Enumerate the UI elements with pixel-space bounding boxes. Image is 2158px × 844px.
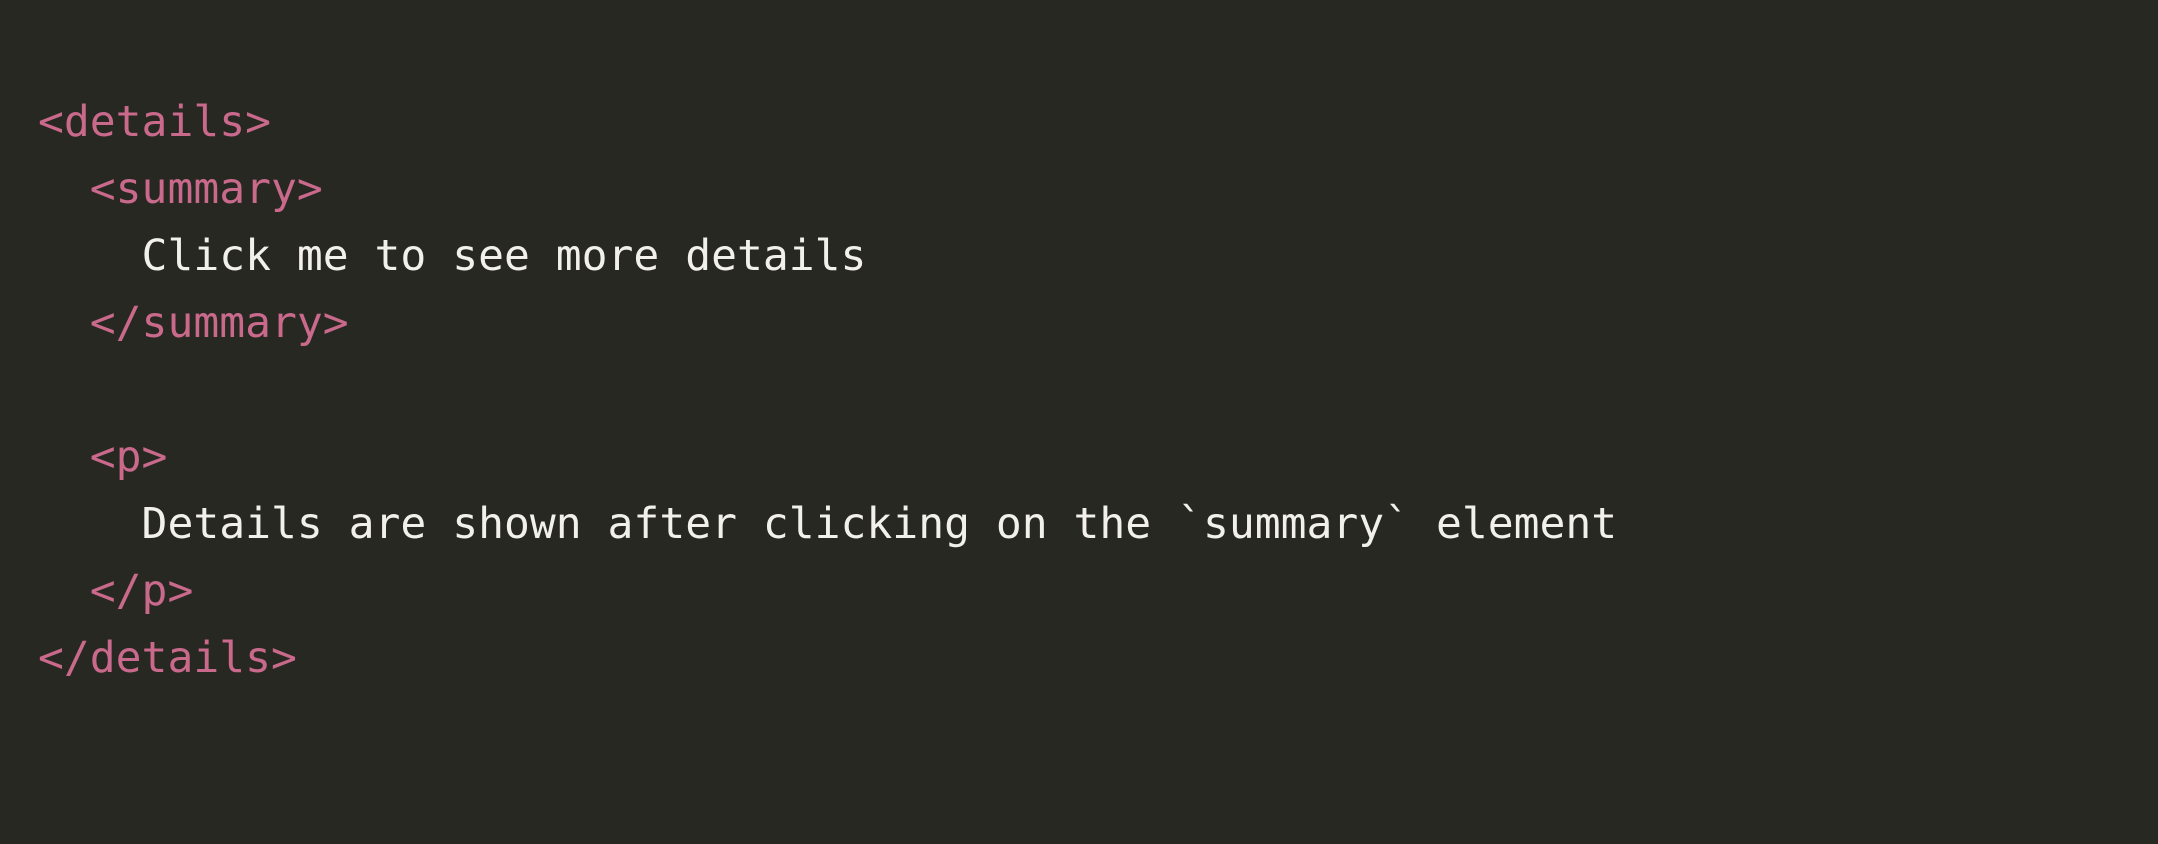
code-line: Details are shown after clicking on the …: [38, 491, 2158, 558]
code-token-tag: </summary>: [38, 298, 349, 348]
code-token-tag: </p>: [38, 566, 194, 616]
code-token-tag: <details>: [38, 97, 271, 147]
code-token-tag: </details>: [38, 633, 297, 683]
code-token-blank: [38, 365, 64, 415]
code-listing[interactable]: <details> <summary> Click me to see more…: [38, 89, 2158, 692]
code-line: </details>: [38, 625, 2158, 692]
code-token-text: Details are shown after clicking on the …: [38, 499, 1618, 549]
code-line: <p>: [38, 424, 2158, 491]
code-line: </p>: [38, 558, 2158, 625]
code-line: <summary>: [38, 156, 2158, 223]
code-line-blank: [38, 357, 2158, 424]
code-line: </summary>: [38, 290, 2158, 357]
code-token-text: Click me to see more details: [38, 231, 867, 281]
code-token-tag: <p>: [38, 432, 168, 482]
code-line: <details>: [38, 89, 2158, 156]
code-line: Click me to see more details: [38, 223, 2158, 290]
code-token-tag: <summary>: [38, 164, 323, 214]
code-block: <details> <summary> Click me to see more…: [0, 0, 2158, 844]
